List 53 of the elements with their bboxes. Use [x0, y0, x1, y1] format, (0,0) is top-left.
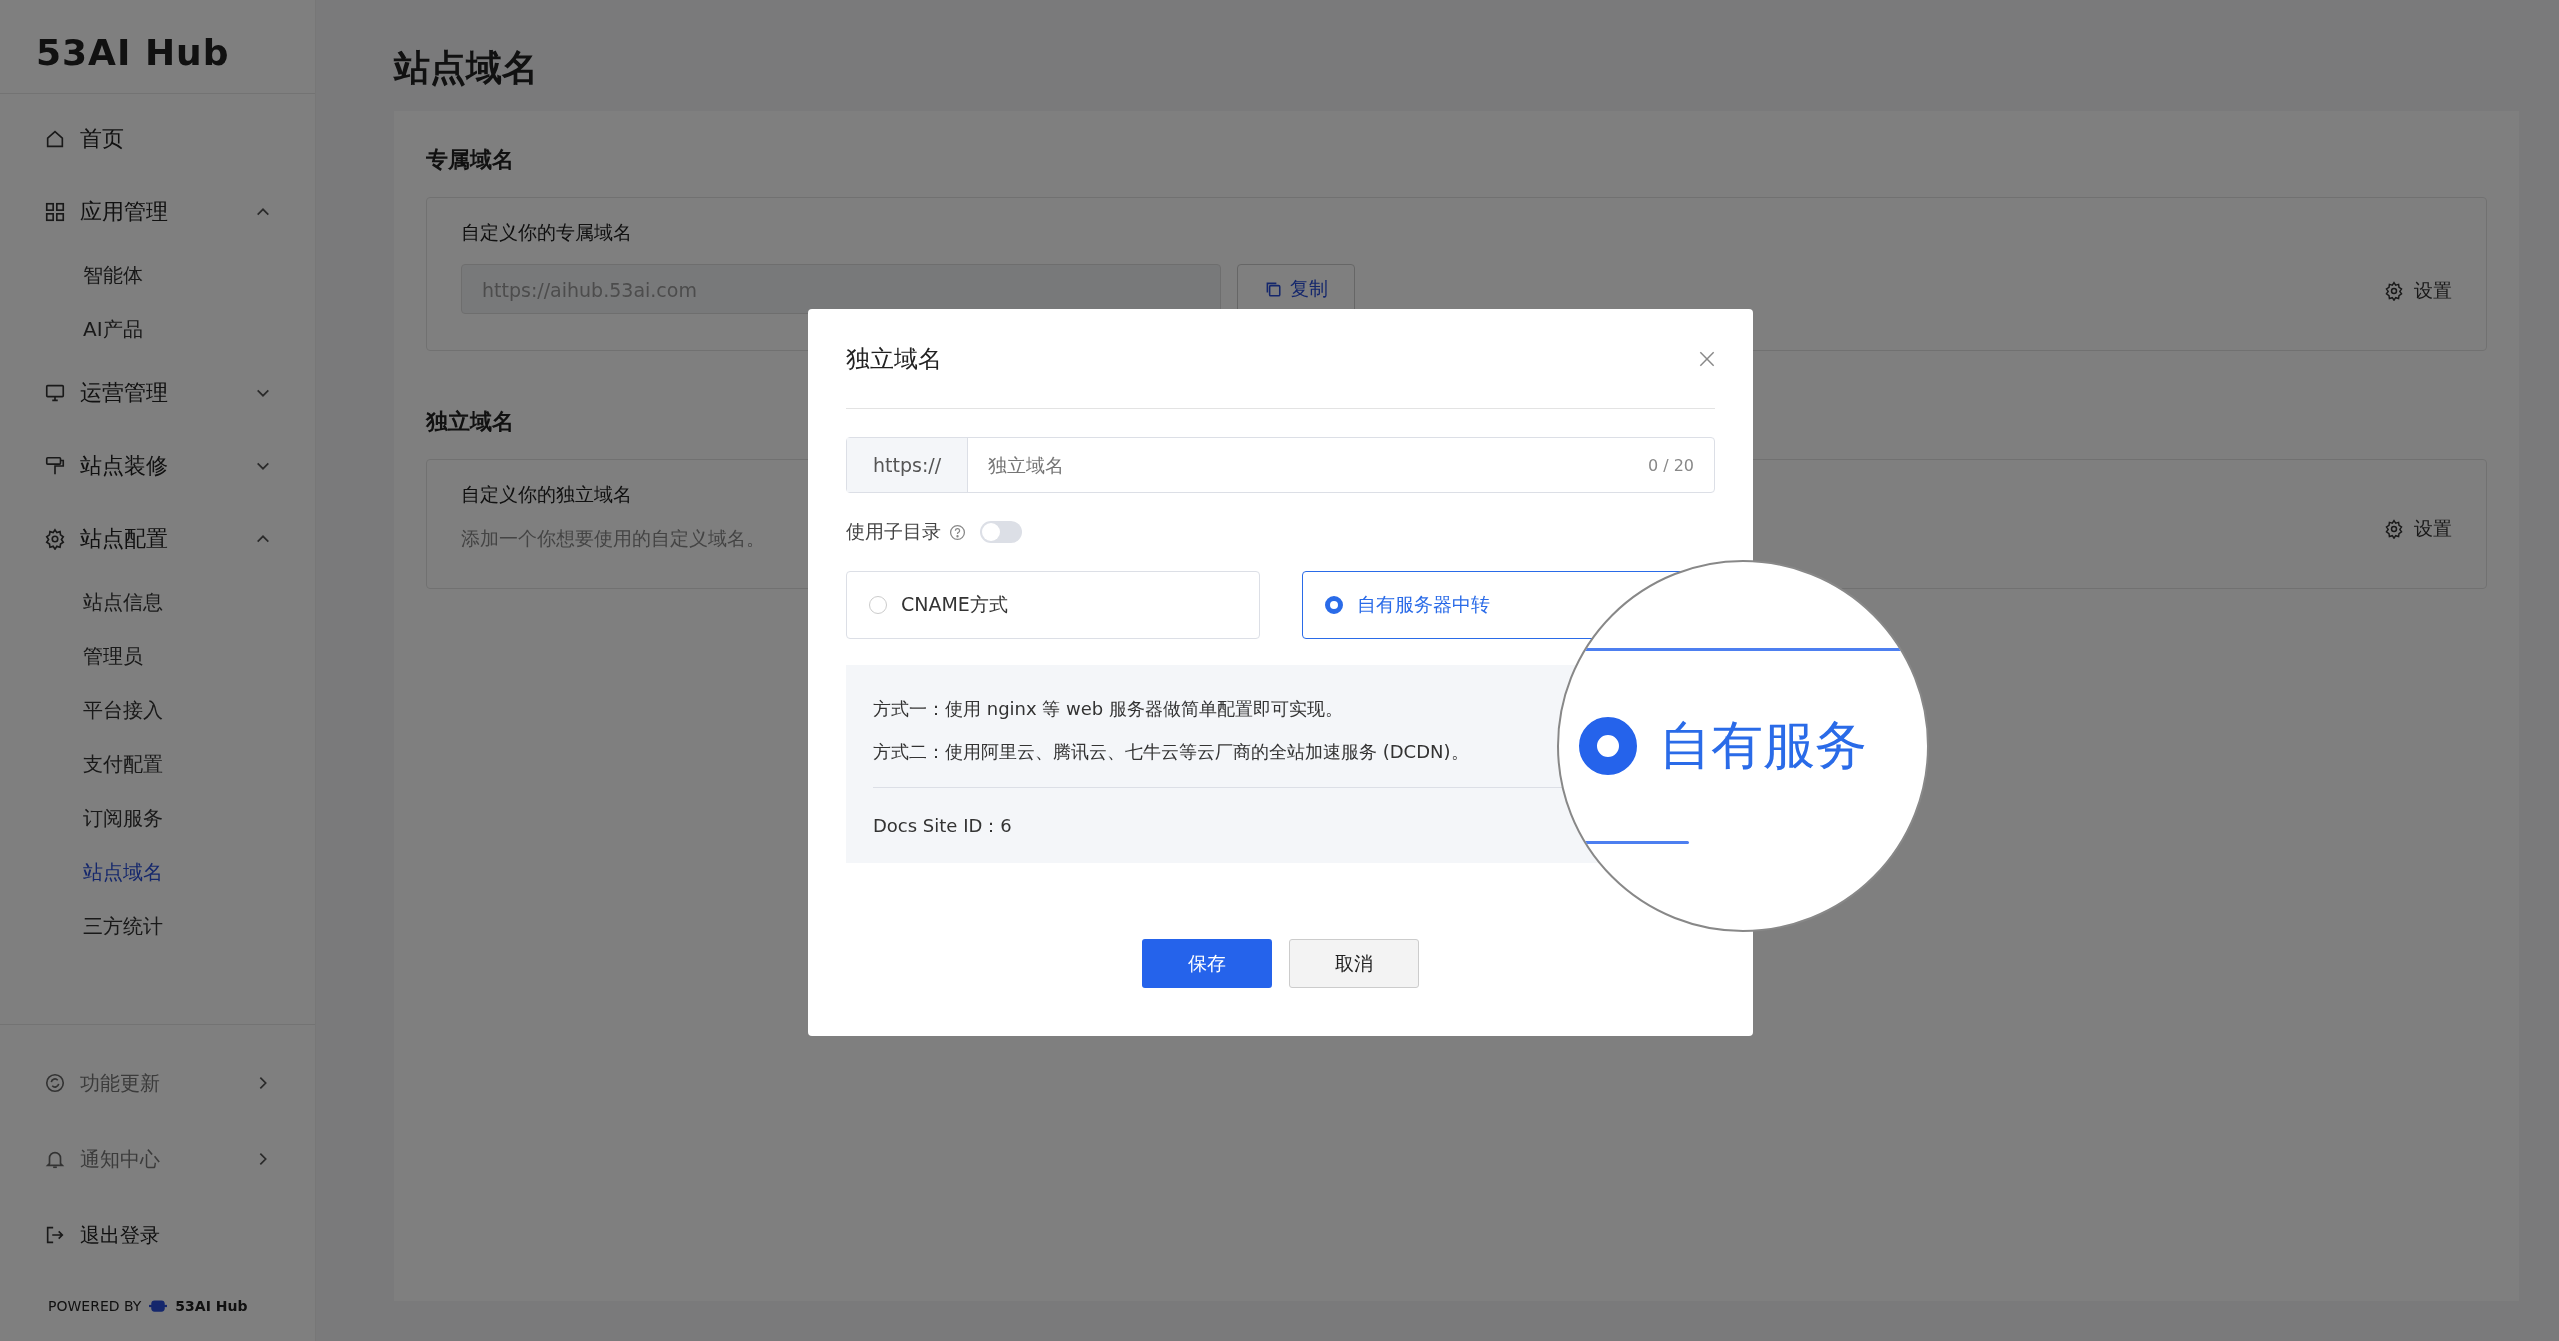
copy-icon: [1264, 280, 1282, 298]
close-icon[interactable]: [1699, 350, 1715, 367]
domain-field[interactable]: https:// 独立域名 0 / 20: [846, 437, 1715, 493]
char-counter: 0 / 20: [1647, 455, 1695, 475]
domain-input[interactable]: 独立域名: [968, 454, 1648, 476]
menu-item[interactable]: 站点配置: [0, 502, 315, 575]
submenu-item[interactable]: 三方统计: [0, 899, 315, 953]
menu-item[interactable]: 站点装修: [0, 429, 315, 502]
gear-icon: [44, 527, 66, 550]
info-text: 方式一：使用 nginx 等 web 服务器做简单配置即可实现。: [873, 697, 1343, 721]
section-heading: 专属域名: [426, 146, 515, 174]
paint-roller-icon: [44, 454, 66, 477]
radio-option[interactable]: CNAME方式: [846, 571, 1260, 639]
toggle-label: 使用子目录: [846, 519, 941, 544]
submenu-item[interactable]: 智能体: [0, 248, 315, 302]
settings-link[interactable]: 设置: [2384, 278, 2452, 314]
menu-item[interactable]: 运营管理: [0, 356, 315, 429]
logo: 53AI Hub: [0, 0, 315, 94]
url-prefix: https://: [847, 438, 969, 492]
footer-item[interactable]: 通知中心: [0, 1121, 315, 1197]
grid-icon: [44, 200, 66, 223]
submenu-item[interactable]: 站点信息: [0, 575, 315, 629]
help-icon[interactable]: [949, 523, 966, 541]
card-label: 自定义你的独立域名: [461, 482, 632, 507]
site-id-text: Docs Site ID：6: [873, 814, 1012, 838]
card-label: 自定义你的专属域名: [461, 220, 632, 245]
submenu-item[interactable]: 支付配置: [0, 737, 315, 791]
submenu-item[interactable]: 平台接入: [0, 683, 315, 737]
cancel-button[interactable]: 取消: [1289, 939, 1419, 988]
settings-link[interactable]: 设置: [2384, 516, 2452, 552]
section-heading: 独立域名: [426, 408, 515, 436]
submenu-item[interactable]: 站点域名: [0, 845, 315, 899]
menu-item[interactable]: 应用管理: [0, 175, 315, 248]
powered-by-label: POWERED BY: [48, 1298, 142, 1314]
footer-item[interactable]: 功能更新: [0, 1045, 315, 1121]
submenu-item[interactable]: AI产品: [0, 302, 315, 356]
info-text: 方式二：使用阿里云、腾讯云、七牛云等云厂商的全站加速服务 (DCDN)。: [873, 740, 1469, 764]
submenu-item[interactable]: 订阅服务: [0, 791, 315, 845]
submenu-item[interactable]: 管理员: [0, 629, 315, 683]
magnified-text: 自有服务: [1659, 714, 1867, 777]
gear-icon: [2384, 519, 2404, 539]
gear-icon: [2384, 281, 2404, 301]
save-button[interactable]: 保存: [1142, 939, 1272, 988]
dialog-title: 独立域名: [846, 343, 942, 375]
logout-icon: [44, 1224, 66, 1246]
refresh-icon: [44, 1072, 66, 1094]
footer-item[interactable]: 退出登录: [0, 1197, 315, 1273]
page-title: 站点域名: [394, 46, 539, 90]
brand-logo-icon: [149, 1297, 168, 1315]
toggle-switch[interactable]: [980, 521, 1022, 543]
brand-name: 53AI Hub: [175, 1298, 248, 1314]
menu-item[interactable]: 首页: [0, 102, 315, 175]
hint-text: 添加一个你想要使用的自定义域名。: [461, 526, 765, 551]
